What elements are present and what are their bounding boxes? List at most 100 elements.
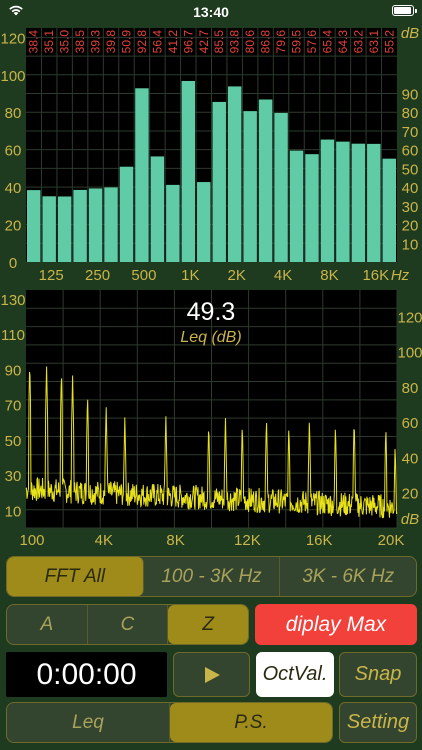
octave-bar-chart: 38.4 35.1 35.0 38.5 39.3 39.8 50.9 92.8 56.4 41.2…	[0, 25, 419, 284]
y-axis-tick-label: 0	[9, 255, 17, 272]
play-icon	[204, 666, 220, 683]
status-bar: 13:40	[0, 0, 422, 24]
octave-bar	[382, 158, 396, 262]
status-time: 13:40	[193, 4, 229, 20]
y-axis-right-tick-label: 60	[402, 415, 419, 432]
play-button[interactable]	[173, 652, 250, 697]
y-axis-right-tick-label: 70	[402, 124, 419, 141]
octave-bar-value-label: 50.9	[119, 30, 133, 54]
y-axis-right-tick-label: 60	[402, 143, 419, 160]
octave-bar-value-label: 35.1	[42, 30, 56, 54]
tab-100-3k[interactable]: 100 - 3K Hz	[144, 557, 281, 596]
y-axis-tick-label: 110	[1, 327, 25, 344]
tab-weighting-c[interactable]: C	[88, 605, 169, 644]
octave-bar-value-label: 41.2	[166, 30, 180, 54]
octave-bar-value-label: 56.4	[150, 30, 164, 54]
tab-3k-6k[interactable]: 3K - 6K Hz	[280, 557, 416, 596]
y-axis-tick-label: 20	[5, 218, 22, 235]
y-axis-right-tick-label: 20	[402, 218, 419, 235]
timer-display: 0:00:00	[6, 652, 167, 697]
octave-bar-value-label: 92.8	[135, 30, 149, 54]
octave-bar	[274, 112, 288, 262]
setting-button[interactable]: Setting	[339, 702, 417, 743]
octave-bar	[305, 154, 319, 262]
tab-leq[interactable]: Leq	[7, 703, 170, 742]
x-axis-tick-label: 100	[19, 532, 44, 549]
octave-bar-value-label: 42.7	[197, 30, 211, 54]
octave-bar	[150, 156, 165, 262]
octave-values-button[interactable]: OctVal.	[256, 652, 334, 697]
y-axis-right-tick-label: 90	[402, 87, 419, 104]
octave-bar	[212, 101, 226, 262]
octave-bar-value-label: 63.1	[367, 30, 381, 54]
x-axis-tick-label: 16K	[306, 532, 333, 549]
fft-spectrum-chart: 130 110 90 70 50 30 10 120 100 80 60 40 20 dB 100 4K 8…	[0, 290, 422, 549]
y-axis-tick-label: 50	[5, 433, 22, 450]
y-axis-right-tick-label: 50	[402, 161, 419, 178]
tab-weighting-z[interactable]: Z	[168, 605, 248, 644]
octave-bar-value-label: 86.8	[259, 30, 273, 54]
y-axis-right-tick-label: 80	[402, 380, 419, 397]
y-axis-tick-label: 70	[5, 398, 22, 415]
octave-bar-value-label: 80.6	[243, 30, 257, 54]
y-axis-right-tick-label: 20	[402, 486, 419, 503]
y-axis-tick-label: 130	[0, 292, 25, 309]
octave-bar	[135, 88, 149, 262]
octave-bar	[289, 150, 304, 262]
weighting-selector: A C Z	[6, 604, 249, 645]
octave-bar	[258, 99, 273, 262]
snap-button[interactable]: Snap	[339, 652, 417, 697]
y-axis-tick-label: 120	[0, 30, 25, 47]
tab-weighting-a[interactable]: A	[7, 605, 88, 644]
view-selector: Leq P.S.	[6, 702, 333, 743]
x-axis-tick-label: 12K	[234, 532, 261, 549]
y-axis-tick-label: 60	[5, 143, 22, 160]
octave-bar-value-label: 96.7	[181, 30, 195, 54]
octave-bar	[367, 143, 381, 262]
octave-bar	[119, 166, 134, 262]
octave-bar	[104, 187, 118, 262]
octave-bar	[336, 141, 350, 262]
y-axis-tick-label: 40	[5, 180, 22, 197]
octave-bar	[351, 143, 366, 262]
display-max-button[interactable]: diplay Max	[255, 604, 417, 645]
octave-bar-value-label: 35.0	[58, 30, 72, 54]
y-axis-right-tick-label: 40	[402, 180, 419, 197]
octave-bar-value-label: 55.2	[382, 30, 396, 54]
y-axis-tick-label: 90	[5, 362, 22, 379]
y-axis-right-tick-label: dB	[401, 25, 419, 42]
y-axis-right-tick-label: 80	[402, 105, 419, 122]
octave-bar	[166, 184, 180, 262]
x-axis-tick-label: 8K	[166, 532, 184, 549]
octave-bar	[27, 190, 41, 262]
y-axis-right-tick-label: dB	[401, 511, 419, 528]
leq-value: 49.3	[187, 298, 236, 326]
tab-ps[interactable]: P.S.	[170, 703, 332, 742]
octave-bar	[73, 189, 87, 262]
leq-label: Leq (dB)	[180, 329, 241, 346]
octave-bar-value-label: 64.3	[336, 30, 350, 54]
x-axis-tick-label: 4K	[95, 532, 113, 549]
y-axis-right-tick-label: 10	[402, 236, 419, 253]
octave-bar-value-label: 65.4	[320, 30, 334, 54]
octave-bar-value-label: 38.5	[73, 30, 87, 54]
y-axis-right-tick-label: 30	[402, 199, 419, 216]
octave-bar	[57, 196, 72, 262]
y-axis-tick-label: 100	[0, 68, 25, 85]
frequency-range-selector: FFT All 100 - 3K Hz 3K - 6K Hz	[6, 556, 417, 597]
octave-bar	[181, 80, 196, 262]
octave-bar	[88, 188, 103, 262]
octave-bar-value-label: 93.8	[228, 30, 242, 54]
y-axis-right-tick-label: 120	[397, 309, 422, 326]
y-axis-right-tick-label: 100	[397, 345, 422, 362]
y-axis-right-tick-label: 40	[402, 450, 419, 467]
octave-bar	[197, 182, 211, 262]
tab-fft-all[interactable]: FFT All	[7, 557, 144, 596]
octave-bar-value-label: 39.8	[104, 30, 118, 54]
y-axis-tick-label: 10	[5, 503, 22, 520]
octave-bar	[227, 86, 242, 262]
octave-bar	[243, 111, 257, 263]
octave-bar-value-label: 57.6	[305, 30, 319, 54]
octave-bar	[320, 139, 335, 262]
octave-bar-value-label: 85.5	[212, 30, 226, 54]
